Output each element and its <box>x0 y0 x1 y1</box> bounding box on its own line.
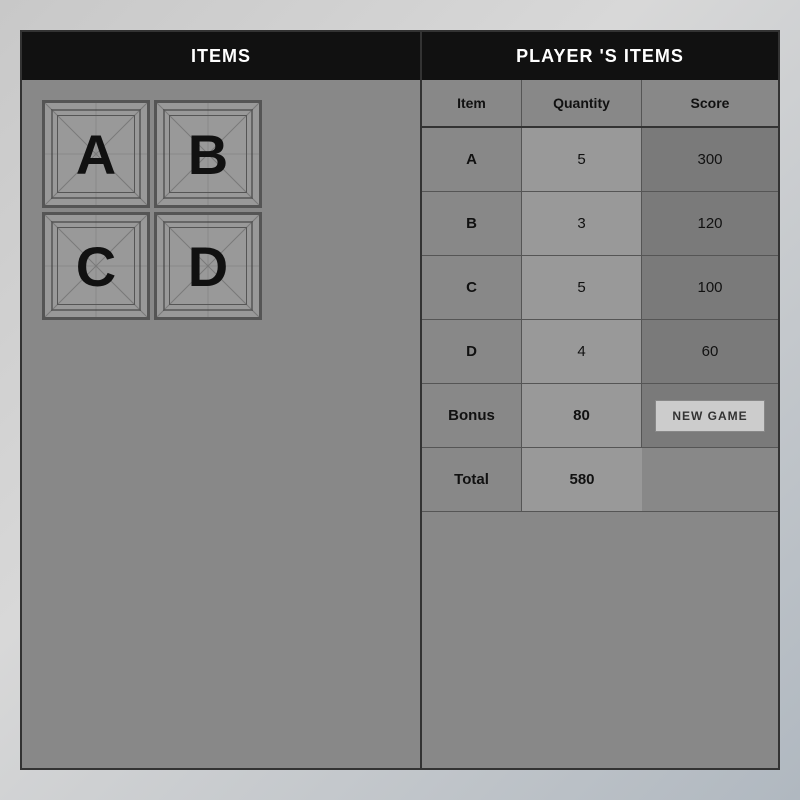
header-items-label: ITEMS <box>22 32 422 80</box>
left-panel: A B <box>22 80 422 768</box>
table-row-c: C 5 100 <box>422 256 778 320</box>
row-a-score: 300 <box>642 128 778 191</box>
bonus-score-cell: NEW GAME <box>642 384 778 447</box>
item-label-c: C <box>76 234 116 299</box>
header-row: ITEMS PLAYER 'S ITEMS <box>22 32 778 80</box>
row-c-item: C <box>422 256 522 319</box>
bonus-value: 80 <box>522 384 642 447</box>
table-header: Item Quantity Score <box>422 80 778 128</box>
bonus-row: Bonus 80 NEW GAME <box>422 384 778 448</box>
table-row-d: D 4 60 <box>422 320 778 384</box>
col-header-item: Item <box>422 80 522 126</box>
col-header-score: Score <box>642 80 778 126</box>
content-row: A B <box>22 80 778 768</box>
item-label-b: B <box>188 122 228 187</box>
total-label: Total <box>422 448 522 511</box>
new-game-button[interactable]: NEW GAME <box>655 400 764 432</box>
item-card-d[interactable]: D <box>154 212 262 320</box>
row-b-quantity: 3 <box>522 192 642 255</box>
row-a-quantity: 5 <box>522 128 642 191</box>
row-b-score: 120 <box>642 192 778 255</box>
bonus-label: Bonus <box>422 384 522 447</box>
table-row-a: A 5 300 <box>422 128 778 192</box>
table-row-b: B 3 120 <box>422 192 778 256</box>
row-d-quantity: 4 <box>522 320 642 383</box>
item-label-a: A <box>76 122 116 187</box>
main-container: ITEMS PLAYER 'S ITEMS A <box>20 30 780 770</box>
row-d-score: 60 <box>642 320 778 383</box>
col-header-quantity: Quantity <box>522 80 642 126</box>
item-card-c[interactable]: C <box>42 212 150 320</box>
item-label-d: D <box>188 234 228 299</box>
total-value: 580 <box>522 448 642 511</box>
row-b-item: B <box>422 192 522 255</box>
total-empty <box>642 448 778 511</box>
header-players-label: PLAYER 'S ITEMS <box>422 32 778 80</box>
row-c-score: 100 <box>642 256 778 319</box>
total-row: Total 580 <box>422 448 778 512</box>
right-panel: Item Quantity Score A 5 300 B 3 120 C 5 … <box>422 80 778 768</box>
item-card-a[interactable]: A <box>42 100 150 208</box>
row-d-item: D <box>422 320 522 383</box>
row-a-item: A <box>422 128 522 191</box>
item-card-b[interactable]: B <box>154 100 262 208</box>
row-c-quantity: 5 <box>522 256 642 319</box>
items-grid: A B <box>42 100 262 320</box>
